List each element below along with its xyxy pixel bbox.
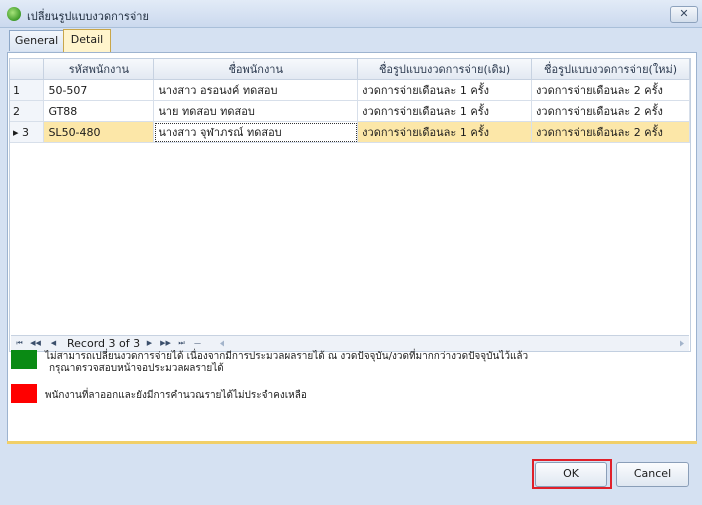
header-row: รหัสพนักงาน ชื่อพนักงาน ชื่อรูปแบบงวดการ… — [10, 59, 690, 80]
legend-green-swatch — [11, 350, 37, 369]
table-row[interactable]: 1 50-507 นางสาว อรอนงค์ ทดสอบ งวดการจ่าย… — [10, 79, 690, 101]
tab-general[interactable]: General — [9, 30, 64, 51]
employee-name-cell[interactable]: นาย ทดสอบ ทดสอบ — [153, 100, 359, 122]
new-pay-period-cell[interactable]: งวดการจ่ายเดือนละ 2 ครั้ง — [531, 79, 690, 101]
append-record-icon[interactable]: — — [191, 337, 204, 350]
legend-green-line1: ไม่สามารถเปลี่ยนงวดการจ่ายได้ เนื่องจากม… — [45, 351, 529, 362]
employee-code-cell[interactable]: 50-507 — [43, 79, 155, 101]
employee-name-cell[interactable]: นางสาว อรอนงค์ ทดสอบ — [153, 79, 359, 101]
employee-code-cell[interactable]: SL50-480 — [43, 121, 155, 143]
tab-detail[interactable]: Detail — [63, 29, 111, 52]
new-pay-period-cell[interactable]: งวดการจ่ายเดือนละ 2 ครั้ง — [531, 100, 690, 122]
legend-green-line2: กรุณาตรวจสอบหน้าจอประมวลผลรายได้ — [49, 363, 224, 374]
table-row-selected[interactable]: ▸ 3 SL50-480 นางสาว จุฬาภรณ์ ทดสอบ งวดกา… — [10, 121, 690, 143]
detail-panel: รหัสพนักงาน ชื่อพนักงาน ชื่อรูปแบบงวดการ… — [7, 52, 697, 443]
old-pay-period-cell[interactable]: งวดการจ่ายเดือนละ 1 ครั้ง — [357, 100, 533, 122]
employee-name-cell-focused[interactable]: นางสาว จุฬาภรณ์ ทดสอบ — [153, 121, 359, 143]
old-pay-period-cell[interactable]: งวดการจ่ายเดือนละ 1 ครั้ง — [357, 79, 533, 101]
row-number: ▸ 3 — [10, 121, 45, 143]
next-page-icon[interactable]: ▶▶ — [159, 337, 172, 350]
next-record-icon[interactable]: ▶ — [143, 337, 156, 350]
horizontal-scrollbar[interactable] — [219, 340, 685, 347]
panel-divider — [7, 441, 697, 444]
table-row[interactable]: 2 GT88 นาย ทดสอบ ทดสอบ งวดการจ่ายเดือนละ… — [10, 100, 690, 122]
record-counter: Record 3 of 3 — [67, 337, 141, 350]
current-row-arrow-icon: ▸ — [13, 125, 19, 139]
column-header-new-pay-period[interactable]: ชื่อรูปแบบงวดการจ่าย(ใหม่) — [531, 59, 690, 80]
close-button[interactable]: ✕ — [670, 6, 698, 23]
first-record-icon[interactable]: ⏮ — [13, 337, 26, 350]
last-record-icon[interactable]: ⏭ — [175, 337, 188, 350]
grid-table: รหัสพนักงาน ชื่อพนักงาน ชื่อรูปแบบงวดการ… — [10, 59, 690, 143]
employee-code-cell[interactable]: GT88 — [43, 100, 155, 122]
record-navigator: ⏮ ◀◀ ◀ Record 3 of 3 ▶ ▶▶ ⏭ — — [11, 335, 689, 351]
row-indicator-header — [10, 59, 45, 80]
app-globe-icon — [7, 7, 21, 21]
ok-button[interactable]: OK — [535, 462, 607, 487]
legend-green-text: ไม่สามารถเปลี่ยนงวดการจ่ายได้ เนื่องจากม… — [45, 351, 528, 375]
new-pay-period-cell[interactable]: งวดการจ่ายเดือนละ 2 ครั้ง — [531, 121, 690, 143]
old-pay-period-cell[interactable]: งวดการจ่ายเดือนละ 1 ครั้ง — [357, 121, 533, 143]
column-header-employee-code[interactable]: รหัสพนักงาน — [43, 59, 155, 80]
column-header-employee-name[interactable]: ชื่อพนักงาน — [153, 59, 359, 80]
row-number: 2 — [10, 100, 45, 122]
column-header-old-pay-period[interactable]: ชื่อรูปแบบงวดการจ่าย(เดิม) — [357, 59, 533, 80]
cancel-button[interactable]: Cancel — [616, 462, 689, 487]
legend-red-swatch — [11, 384, 37, 403]
previous-record-icon[interactable]: ◀ — [47, 337, 60, 350]
employee-grid: รหัสพนักงาน ชื่อพนักงาน ชื่อรูปแบบงวดการ… — [9, 58, 691, 352]
legend-red-text: พนักงานที่ลาออกและยังมีการคำนวณรายได้ไม่… — [45, 390, 307, 401]
row-number-text: 3 — [22, 125, 30, 139]
row-number: 1 — [10, 79, 45, 101]
title-bar: เปลี่ยนรูปแบบงวดการจ่าย ✕ — [0, 0, 702, 28]
window-title: เปลี่ยนรูปแบบงวดการจ่าย — [27, 10, 149, 23]
previous-page-icon[interactable]: ◀◀ — [29, 337, 42, 350]
